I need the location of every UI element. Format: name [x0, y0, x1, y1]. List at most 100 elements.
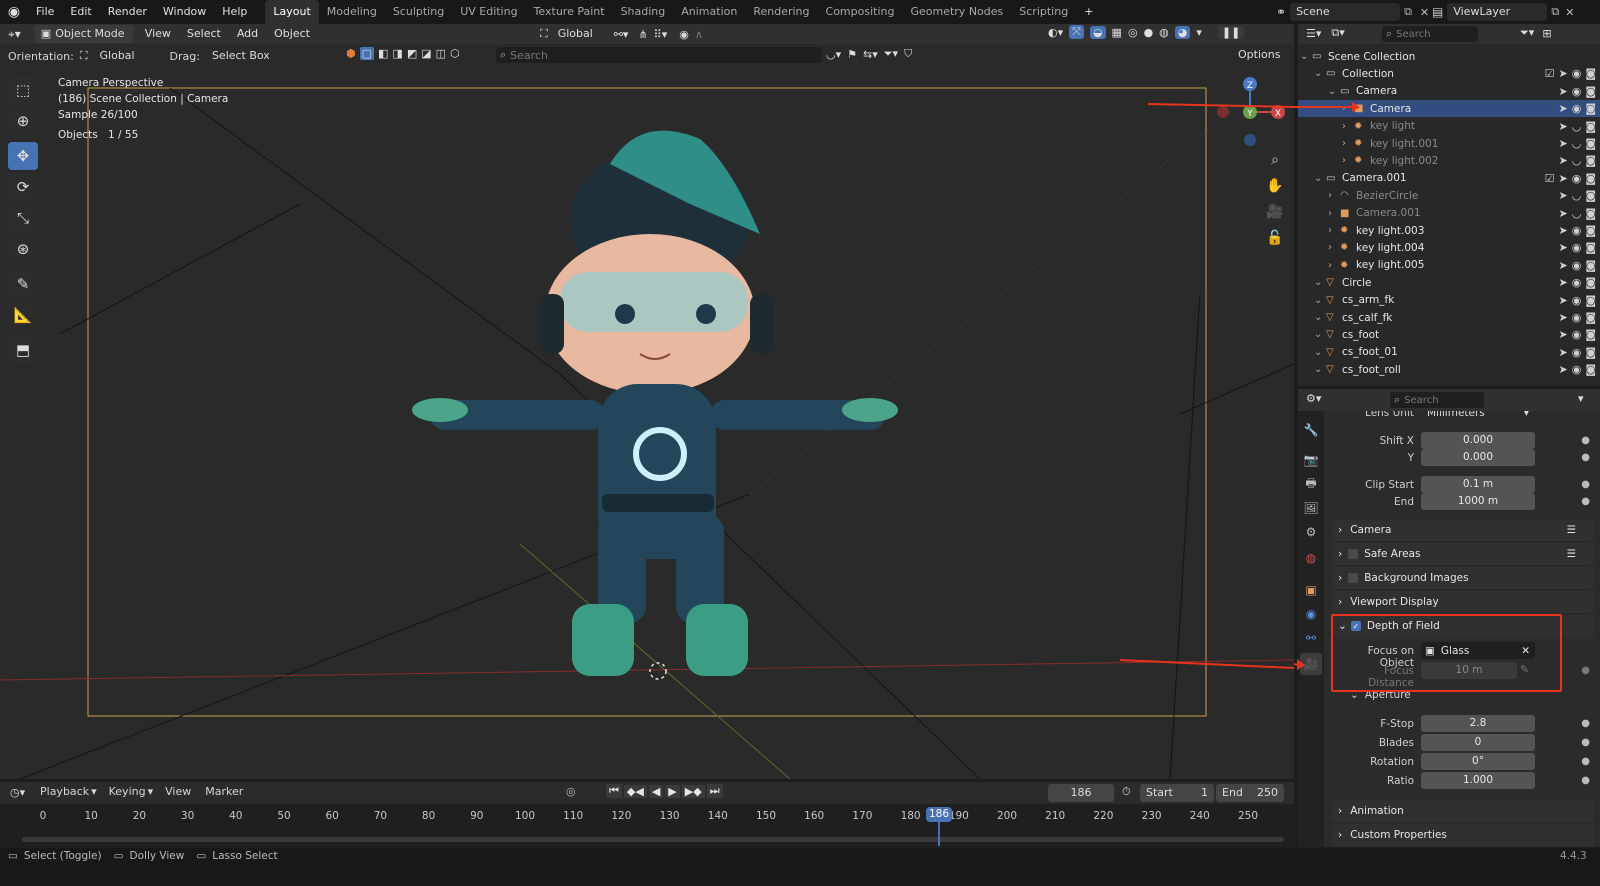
- render-camera-icon[interactable]: ◙: [1585, 224, 1596, 237]
- selectable-cursor-icon[interactable]: ➤: [1558, 102, 1567, 115]
- tab-geometry-nodes[interactable]: Geometry Nodes: [902, 0, 1011, 24]
- move-tool-button[interactable]: ✥: [8, 142, 38, 170]
- drag-selector[interactable]: Select Box: [205, 47, 278, 65]
- tab-rendering[interactable]: Rendering: [745, 0, 817, 24]
- eye-icon[interactable]: ◉: [1572, 328, 1582, 341]
- shield-icon[interactable]: ⛉: [904, 47, 912, 61]
- visibility-icon[interactable]: ◐▾: [1048, 26, 1063, 39]
- add-workspace-button[interactable]: +: [1076, 0, 1101, 24]
- outliner-row[interactable]: ⌄ ▭ Scene Collection: [1298, 48, 1600, 65]
- exclude-checkbox-icon[interactable]: ☑: [1545, 67, 1555, 80]
- falloff-icon[interactable]: ∧: [695, 28, 703, 41]
- tab-compositing[interactable]: Compositing: [818, 0, 903, 24]
- eye-icon[interactable]: ◉: [1572, 259, 1582, 272]
- render-camera-icon[interactable]: ◙: [1585, 311, 1596, 324]
- eye-icon[interactable]: ◉: [1572, 67, 1582, 80]
- keyframe-dot-icon[interactable]: ●: [1581, 756, 1590, 767]
- selectable-cursor-icon[interactable]: ➤: [1558, 259, 1567, 272]
- annotate-tool-button[interactable]: ✎: [8, 270, 38, 298]
- clip-end-field[interactable]: 1000 m: [1421, 493, 1535, 510]
- scene-pin-icon[interactable]: ⧉: [1404, 5, 1412, 19]
- render-camera-icon[interactable]: ◙: [1585, 85, 1596, 98]
- animation-panel-header[interactable]: › Animation: [1332, 800, 1594, 822]
- render-camera-icon[interactable]: ◙: [1585, 259, 1596, 272]
- keyframe-dot-icon[interactable]: ●: [1581, 479, 1590, 490]
- scene-selector[interactable]: Scene: [1290, 3, 1401, 21]
- overlay-toggle-icon[interactable]: ◒: [1089, 25, 1106, 39]
- prev-keyframe-icon[interactable]: ◆◀: [623, 784, 647, 798]
- render-camera-icon[interactable]: ◙: [1585, 172, 1596, 185]
- presets-list-icon[interactable]: ☰: [1567, 524, 1576, 536]
- keyframe-dot-icon[interactable]: ●: [1581, 496, 1590, 507]
- eye-closed-icon[interactable]: ◡: [1572, 189, 1582, 202]
- current-frame-field[interactable]: 186: [1048, 784, 1114, 802]
- clock-icon[interactable]: ◷▾: [10, 786, 25, 799]
- viewport-menu-select[interactable]: Select: [179, 25, 229, 43]
- filter-icon[interactable]: ⏷▾: [1520, 26, 1534, 40]
- play-icon[interactable]: ▶: [665, 784, 680, 798]
- tab-modeling[interactable]: Modeling: [319, 0, 385, 24]
- playhead[interactable]: 186: [926, 807, 952, 822]
- eye-icon[interactable]: ◉: [1572, 294, 1582, 307]
- menu-render[interactable]: Render: [100, 0, 155, 24]
- menu-edit[interactable]: Edit: [62, 0, 99, 24]
- tab-uv-editing[interactable]: UV Editing: [452, 0, 525, 24]
- pivot-icon[interactable]: ⚯▾: [614, 28, 629, 41]
- copy-icon[interactable]: ⧉: [1551, 5, 1559, 19]
- display-mode-icon[interactable]: ⧉▾: [1331, 26, 1344, 40]
- menu-file[interactable]: File: [28, 0, 62, 24]
- menu-window[interactable]: Window: [155, 0, 214, 24]
- start-frame-field[interactable]: Start 1: [1140, 784, 1214, 802]
- expand-toggle-icon[interactable]: ⌄: [1300, 51, 1308, 62]
- eye-icon[interactable]: ◉: [1572, 276, 1582, 289]
- eye-closed-icon[interactable]: ◡: [1572, 120, 1582, 133]
- selectable-cursor-icon[interactable]: ➤: [1558, 137, 1567, 150]
- expand-toggle-icon[interactable]: ⌄: [1314, 68, 1322, 79]
- selectable-cursor-icon[interactable]: ➤: [1558, 154, 1567, 167]
- render-camera-icon[interactable]: ◙: [1585, 363, 1596, 376]
- render-camera-icon[interactable]: ◙: [1585, 120, 1596, 133]
- transform-tool-button[interactable]: ⊛: [8, 235, 38, 263]
- rotation-field[interactable]: 0°: [1421, 753, 1535, 770]
- rotate-tool-button[interactable]: ⟳: [8, 173, 38, 201]
- 3d-viewport[interactable]: Camera Perspective (186) Scene Collectio…: [0, 44, 1294, 779]
- eye-icon[interactable]: ◉: [1572, 85, 1582, 98]
- shift-y-field[interactable]: 0.000: [1421, 449, 1535, 466]
- selectable-cursor-icon[interactable]: ➤: [1558, 241, 1567, 254]
- material-shading-icon[interactable]: ◍: [1159, 26, 1169, 39]
- eye-icon[interactable]: ◉: [1572, 363, 1582, 376]
- eye-closed-icon[interactable]: ◡: [1572, 137, 1582, 150]
- keyframe-dot-icon[interactable]: ●: [1581, 737, 1590, 748]
- next-keyframe-icon[interactable]: ▶◆: [681, 784, 705, 798]
- eye-icon[interactable]: ◉: [1572, 241, 1582, 254]
- selectable-cursor-icon[interactable]: ➤: [1558, 224, 1567, 237]
- snap-target-icon[interactable]: ⠿▾: [654, 28, 668, 41]
- tab-sculpting[interactable]: Sculpting: [385, 0, 452, 24]
- select-extend-icon[interactable]: ◧: [378, 47, 388, 60]
- snap-icon[interactable]: ⋔: [638, 28, 647, 41]
- view-filter-icon[interactable]: ⬡: [450, 47, 460, 60]
- selectable-cursor-icon[interactable]: ➤: [1558, 328, 1567, 341]
- render-camera-icon[interactable]: ◙: [1585, 137, 1596, 150]
- keyframe-dot-icon[interactable]: ●: [1581, 435, 1590, 446]
- selectable-cursor-icon[interactable]: ➤: [1558, 294, 1567, 307]
- rendered-shading-icon[interactable]: ◕: [1174, 25, 1191, 39]
- scene-icon[interactable]: ⚭: [1276, 5, 1286, 19]
- selectable-cursor-icon[interactable]: ➤: [1558, 85, 1567, 98]
- selectable-cursor-icon[interactable]: ➤: [1558, 363, 1567, 376]
- timeline-menu-playback[interactable]: Playback: [40, 785, 89, 798]
- play-reverse-icon[interactable]: ◀: [648, 784, 664, 798]
- exclude-checkbox-icon[interactable]: ☑: [1545, 172, 1555, 185]
- layers-icon[interactable]: ⬢: [346, 47, 356, 60]
- stopwatch-icon[interactable]: ⏱: [1122, 785, 1131, 799]
- tab-shading[interactable]: Shading: [613, 0, 674, 24]
- bookmark-icon[interactable]: ⚑: [847, 48, 857, 61]
- view-layer-icon[interactable]: ▤: [1432, 5, 1443, 19]
- selectable-cursor-icon[interactable]: ➤: [1558, 120, 1567, 133]
- options-dropdown-icon[interactable]: ▾: [1578, 392, 1584, 405]
- timeline-menu-keying[interactable]: Keying: [109, 785, 146, 798]
- custom-properties-panel-header[interactable]: › Custom Properties: [1332, 824, 1594, 846]
- selectable-cursor-icon[interactable]: ➤: [1558, 311, 1567, 324]
- selectable-cursor-icon[interactable]: ➤: [1558, 172, 1567, 185]
- eye-closed-icon[interactable]: ◡: [1572, 154, 1582, 167]
